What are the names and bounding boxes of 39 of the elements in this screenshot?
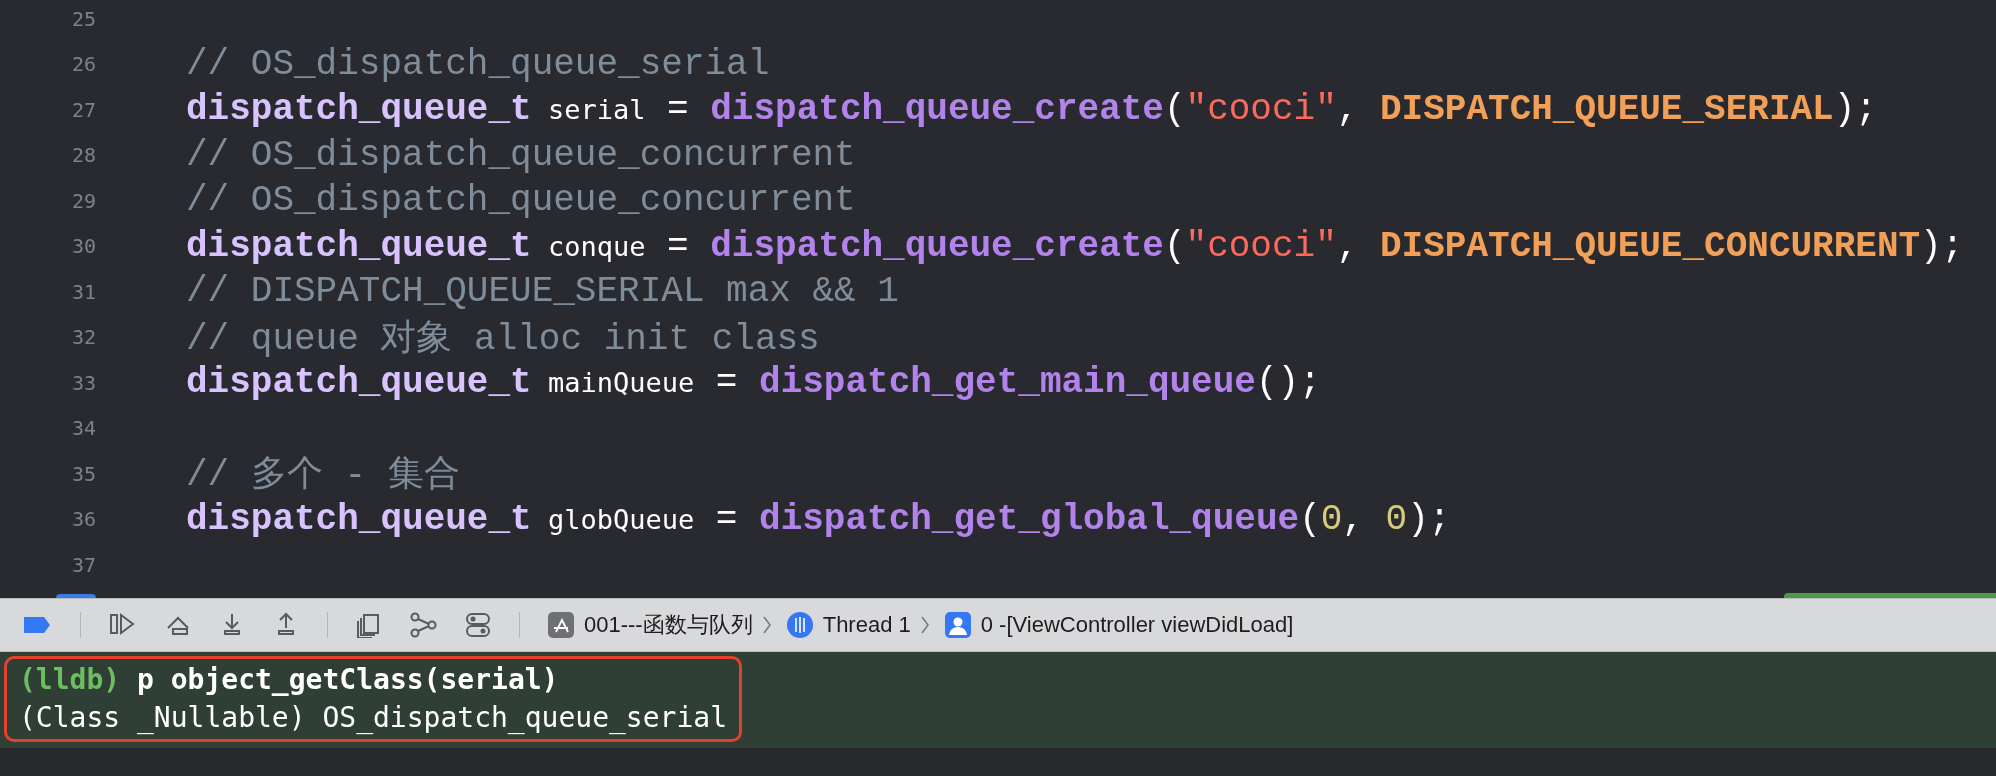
toggle-switches-icon[interactable]	[465, 612, 491, 638]
continue-icon[interactable]	[109, 612, 137, 638]
code-line: // DISPATCH_QUEUE_SERIAL max && 1	[186, 271, 899, 313]
line-number: 27	[70, 97, 96, 122]
line-number: 37	[70, 552, 96, 577]
line-number: 30	[70, 234, 96, 259]
code-line: dispatch_queue_t serial = dispatch_queue_create("cooci", DISPATCH_QUEUE_SERIAL);	[186, 89, 1877, 131]
memory-graph-icon[interactable]	[410, 612, 437, 638]
code-line: dispatch_queue_t globQueue = dispatch_get_global_queue(0, 0);	[186, 498, 1451, 540]
line-number: 35	[70, 461, 96, 486]
line-number: 31	[70, 279, 96, 304]
breadcrumb-item[interactable]: 001---函数与队列	[584, 610, 753, 640]
person-icon[interactable]	[944, 612, 971, 638]
chevron-icon[interactable]	[918, 614, 931, 636]
code-line: dispatch_queue_t conque = dispatch_queue_create("cooci", DISPATCH_QUEUE_CONCURRENT);	[186, 225, 1964, 267]
line-number: 25	[70, 6, 96, 31]
line-number: 36	[70, 507, 96, 532]
breakpoint-toggle-icon[interactable]	[22, 614, 52, 636]
line-number: 33	[70, 370, 96, 395]
chevron-icon[interactable]	[760, 614, 773, 636]
app-icon[interactable]	[548, 612, 574, 638]
line-number: 28	[70, 143, 96, 168]
code-line: // OS_dispatch_queue_concurrent	[186, 180, 856, 222]
console-command: (lldb) p object_getClass(serial)	[19, 662, 560, 698]
thread-icon[interactable]	[786, 612, 813, 638]
layers-icon[interactable]	[356, 612, 382, 638]
line-number: 29	[70, 188, 96, 213]
line-number: 32	[70, 325, 96, 350]
code-line: // queue 对象 alloc init class	[186, 317, 820, 362]
code-line: // OS_dispatch_queue_concurrent	[186, 134, 856, 176]
breadcrumb-item[interactable]: 0 -[ViewController viewDidLoad]	[980, 612, 1294, 638]
breakpoint-marker	[56, 594, 96, 598]
line-number: 26	[70, 52, 96, 77]
console-output: (Class _Nullable) OS_dispatch_queue_serial	[19, 700, 727, 736]
line-number: 34	[70, 416, 96, 441]
code-line: // OS_dispatch_queue_serial	[186, 43, 770, 85]
breadcrumb-item[interactable]: Thread 1	[822, 612, 911, 638]
code-line: // 多个 - 集合	[186, 454, 460, 499]
code-line: dispatch_queue_t mainQueue = dispatch_get_main_queue();	[186, 362, 1321, 404]
